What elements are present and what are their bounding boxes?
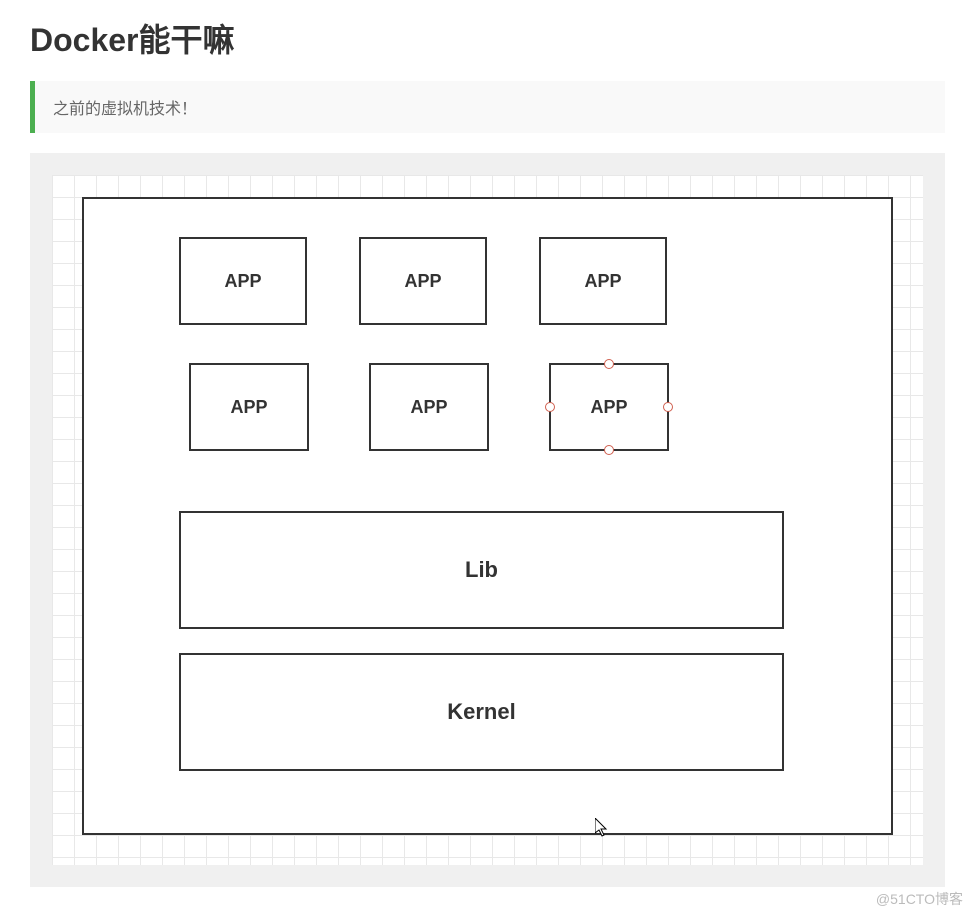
lib-box: Lib [179, 511, 784, 629]
selection-handle-right[interactable] [663, 402, 673, 412]
app-box: APP [369, 363, 489, 451]
app-box: APP [179, 237, 307, 325]
selection-handle-bottom[interactable] [604, 445, 614, 455]
app-row-1: APP APP APP [179, 237, 796, 325]
page-heading: Docker能干嘛 [30, 15, 945, 61]
watermark: @51CTO博客 [876, 889, 963, 909]
app-row-2: APP APP APP [189, 363, 796, 451]
quote-text: 之前的虚拟机技术！ [53, 101, 197, 118]
kernel-box: Kernel [179, 653, 784, 771]
app-box: APP [539, 237, 667, 325]
selection-handle-top[interactable] [604, 359, 614, 369]
selection-handle-left[interactable] [545, 402, 555, 412]
diagram-grid: APP APP APP APP APP APP [52, 175, 923, 865]
app-box: APP [189, 363, 309, 451]
app-box-label: APP [590, 397, 627, 418]
quote-block: 之前的虚拟机技术！ [30, 81, 945, 133]
app-box: APP [359, 237, 487, 325]
diagram-container: APP APP APP APP APP APP [30, 153, 945, 887]
vm-outer-box: APP APP APP APP APP APP [82, 197, 893, 835]
app-box-selected[interactable]: APP [549, 363, 669, 451]
